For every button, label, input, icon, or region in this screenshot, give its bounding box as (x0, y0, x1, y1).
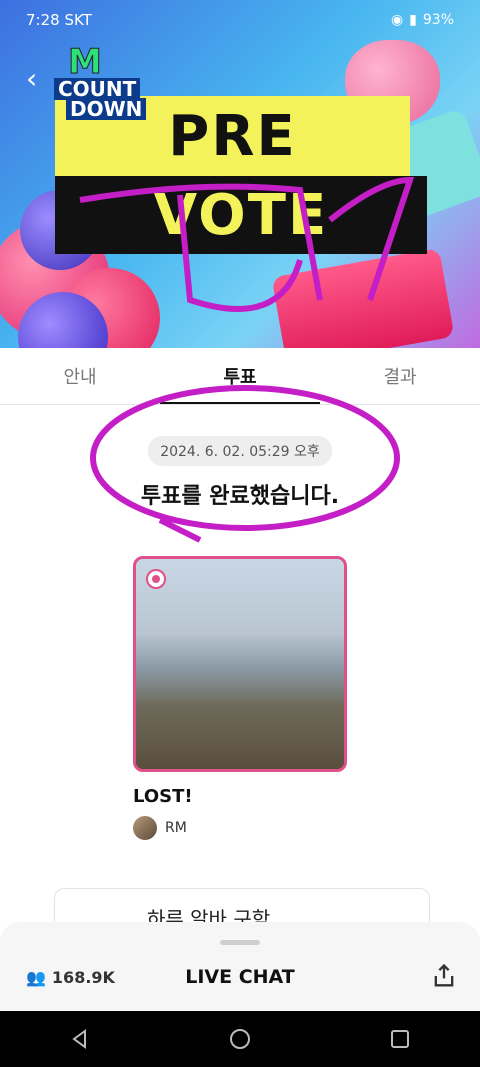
annotation-circle (90, 385, 400, 543)
live-chat-bar[interactable]: 👥 168.9K LIVE CHAT (0, 922, 480, 1012)
pre-vote-banner: PRE VOTE M COUNT DOWN (0, 0, 480, 348)
recents-nav-icon[interactable] (389, 1028, 411, 1050)
signal-icon: ▮ (409, 12, 417, 28)
selected-radio-icon (146, 569, 166, 589)
share-icon[interactable] (430, 962, 458, 990)
status-bar: 7:28 SKT ◉ ▮ 93% (0, 0, 480, 40)
home-nav-icon[interactable] (229, 1028, 251, 1050)
artist-name: RM (165, 820, 187, 836)
candidate-card[interactable] (133, 556, 347, 772)
live-chat-title: LIVE CHAT (185, 966, 295, 988)
song-title: LOST! (133, 786, 193, 807)
battery-text: 93% (422, 12, 454, 28)
system-nav-bar (0, 1011, 480, 1067)
artist-avatar (133, 816, 157, 840)
drag-handle[interactable] (220, 940, 260, 945)
wifi-icon: ◉ (390, 12, 404, 28)
artist-row: RM (133, 816, 187, 840)
back-arrow-icon[interactable]: ‹ (26, 62, 37, 95)
status-time: 7:28 SKT (26, 11, 92, 29)
annotation-scribble (79, 176, 415, 312)
back-nav-icon[interactable] (69, 1028, 91, 1050)
